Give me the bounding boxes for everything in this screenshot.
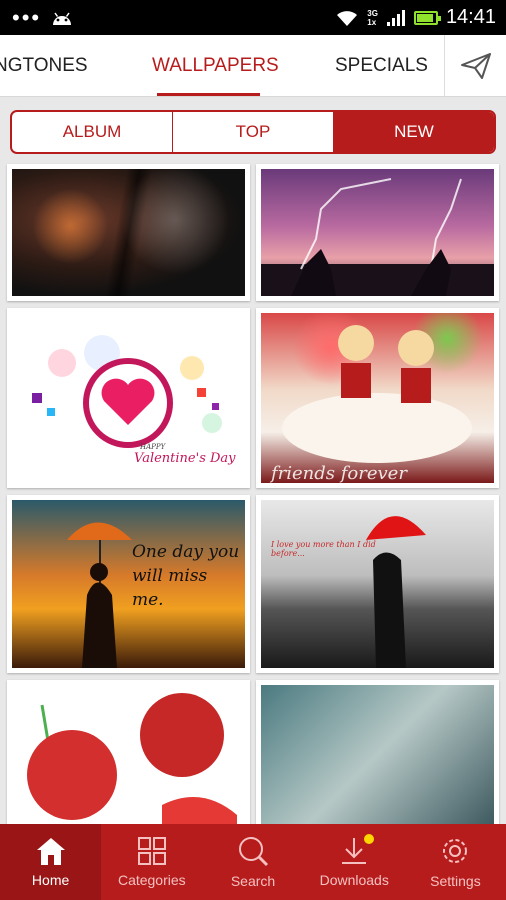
top-tab-bar: NGTONES WALLPAPERS SPECIALS [0, 35, 506, 97]
nav-label: Downloads [319, 872, 389, 888]
battery-icon [413, 10, 441, 25]
wallpaper-card[interactable] [256, 164, 499, 301]
nav-label: Search [230, 873, 276, 889]
wallpaper-thumbnail: One day you will miss me. [12, 500, 245, 668]
paper-plane-icon [460, 53, 491, 79]
nav-search[interactable]: Search [202, 824, 303, 900]
tab-wallpapers[interactable]: WALLPAPERS [152, 35, 279, 96]
wallpaper-thumbnail: I love you more than I did before... [261, 500, 494, 668]
wifi-icon [337, 10, 358, 26]
segment-new[interactable]: NEW [334, 112, 494, 152]
wallpaper-caption: HAPPY [140, 443, 166, 451]
share-button[interactable] [444, 35, 506, 96]
wallpaper-card[interactable] [7, 164, 250, 301]
nav-label: Categories [117, 872, 186, 888]
nav-label: Home [31, 872, 70, 888]
clock: 14:41 [445, 6, 496, 28]
wallpaper-filter-segmented: ALBUM TOP NEW [10, 110, 496, 154]
wallpaper-card[interactable]: friends forever [256, 308, 499, 488]
status-bar: ••• 3G 1x 14:41 [0, 0, 506, 35]
notification-dot [364, 834, 375, 844]
wallpaper-caption: One day you will miss me. [132, 542, 240, 610]
nav-home[interactable]: Home [0, 824, 102, 900]
wallpaper-thumbnail [261, 169, 494, 296]
bottom-navigation: Home Categories Search Downloads Setting… [0, 824, 506, 900]
segment-top[interactable]: TOP [173, 112, 334, 152]
wallpaper-thumbnail: friends forever [261, 313, 494, 483]
nav-settings[interactable]: Settings [405, 824, 506, 900]
nav-label: Settings [430, 873, 481, 889]
wallpaper-caption: friends forever [271, 463, 407, 483]
nav-categories[interactable]: Categories [101, 824, 202, 900]
search-icon [239, 837, 269, 867]
android-icon [53, 12, 72, 25]
network-type: 3G 1x [367, 8, 378, 27]
wallpaper-thumbnail [12, 685, 245, 824]
wallpaper-card[interactable]: I love you more than I did before... [256, 495, 499, 673]
home-icon [36, 838, 65, 865]
wallpaper-card[interactable]: One day you will miss me. [7, 495, 250, 673]
wallpaper-card[interactable]: HAPPY Valentine's Day [7, 308, 250, 488]
wallpaper-thumbnail [12, 169, 245, 296]
tab-ringtones[interactable]: NGTONES [0, 35, 88, 96]
wallpaper-thumbnail: HAPPY Valentine's Day [12, 313, 245, 483]
wallpaper-card[interactable] [7, 680, 250, 824]
wallpaper-card[interactable] [256, 680, 499, 824]
wallpaper-caption: Valentine's Day [134, 451, 236, 466]
grid-icon [137, 837, 166, 865]
nav-downloads[interactable]: Downloads [304, 824, 405, 900]
wallpaper-thumbnail [261, 685, 494, 824]
gear-icon [443, 839, 468, 863]
signal-icon [386, 9, 405, 26]
battery-level-fill [416, 13, 434, 22]
segment-album[interactable]: ALBUM [12, 112, 173, 152]
wallpaper-caption: I love you more than I did before... [271, 540, 376, 558]
active-tab-indicator [157, 93, 260, 96]
tab-specials[interactable]: SPECIALS [335, 35, 428, 96]
overflow-dots-icon: ••• [12, 4, 42, 30]
wallpaper-grid: HAPPY Valentine's Day friends forever On… [0, 162, 506, 824]
